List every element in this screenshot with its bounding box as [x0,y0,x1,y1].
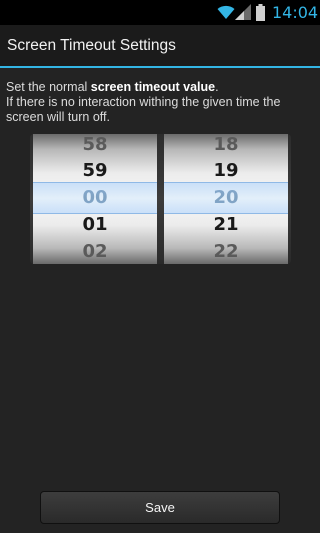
hours-selected-item[interactable]: 00 [33,187,157,208]
minutes-selected-item[interactable]: 20 [164,187,288,208]
minutes-item[interactable]: 19 [164,160,288,181]
status-bar: 14:04 [0,0,320,25]
minutes-item[interactable]: 18 [164,134,288,155]
hours-wheel[interactable]: 58 59 00 01 02 [33,134,157,264]
hours-item[interactable]: 58 [33,134,157,155]
save-button[interactable]: Save [40,491,280,524]
timeout-picker: 58 59 00 01 02 18 19 20 21 22 [30,134,291,264]
hours-item[interactable]: 59 [33,160,157,181]
description-bold: screen timeout value [90,80,216,94]
content-area: Set the normal screen timeout value. If … [0,68,320,533]
page-title: Screen Timeout Settings [7,37,176,54]
hours-item[interactable]: 01 [33,214,157,235]
status-clock: 14:04 [272,3,319,22]
signal-icon [235,4,251,20]
description-prefix: Set the normal [6,80,91,94]
minutes-item[interactable]: 22 [164,241,288,262]
description-line2: If there is no interaction withing the g… [6,95,281,124]
hours-item[interactable]: 02 [33,241,157,262]
title-bar: Screen Timeout Settings [0,25,320,67]
minutes-wheel[interactable]: 18 19 20 21 22 [164,134,288,264]
description-text: Set the normal screen timeout value. If … [6,80,316,125]
battery-icon [256,4,265,21]
minutes-item[interactable]: 21 [164,214,288,235]
wifi-icon [217,5,235,19]
description-suffix: . [215,80,219,94]
